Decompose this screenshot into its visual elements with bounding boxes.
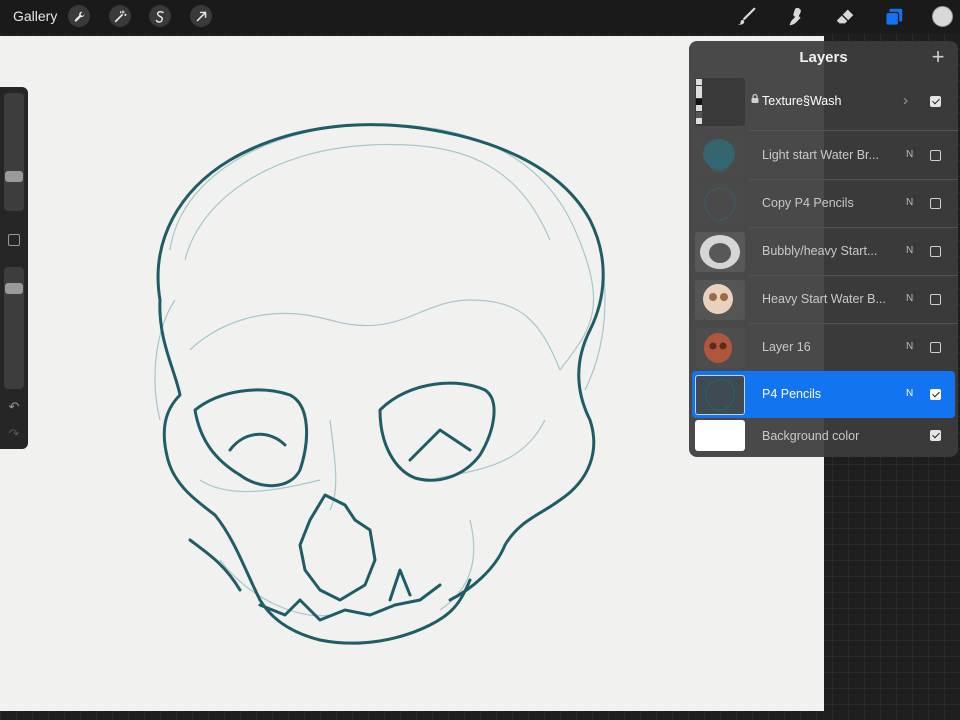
- layer-name: Background color: [762, 429, 860, 443]
- background-color-row[interactable]: Background color: [689, 417, 958, 455]
- divider: [749, 130, 958, 131]
- layer-thumbnail: [695, 184, 745, 224]
- undo-icon[interactable]: ↶: [7, 400, 21, 414]
- layer-visibility-checkbox[interactable]: [930, 342, 941, 353]
- chevron-right-icon[interactable]: ›: [903, 92, 908, 109]
- layers-panel: Layers + Texture§Wash › Light start Wate…: [689, 41, 958, 457]
- left-sidebar: ↶ ↷: [0, 87, 28, 449]
- blend-mode-button[interactable]: N: [906, 388, 913, 399]
- add-layer-button[interactable]: +: [928, 46, 948, 68]
- layer-row[interactable]: Bubbly/heavy Start... N: [689, 228, 958, 275]
- layer-thumbnail: [695, 375, 745, 415]
- group-visibility-checkbox[interactable]: [930, 96, 941, 107]
- layer-thumbnail: [695, 136, 745, 176]
- background-visibility-checkbox[interactable]: [930, 430, 941, 441]
- transform-arrow-icon[interactable]: [190, 5, 212, 27]
- layer-thumbnail: [695, 232, 745, 272]
- layer-visibility-checkbox[interactable]: [930, 246, 941, 257]
- selection-icon[interactable]: [149, 5, 171, 27]
- layer-row-selected[interactable]: P4 Pencils N: [692, 371, 955, 418]
- layer-name: Heavy Start Water B...: [762, 292, 886, 306]
- layer-thumbnail: [695, 328, 745, 368]
- opacity-slider[interactable]: [4, 267, 24, 389]
- layer-visibility-checkbox[interactable]: [930, 150, 941, 161]
- layer-name: Bubbly/heavy Start...: [762, 244, 878, 258]
- wrench-icon[interactable]: [68, 5, 90, 27]
- redo-icon[interactable]: ↷: [7, 427, 21, 441]
- layer-thumbnail: [695, 280, 745, 320]
- group-name: Texture§Wash: [762, 94, 842, 108]
- background-color-swatch[interactable]: [695, 420, 745, 451]
- blend-mode-button[interactable]: N: [906, 245, 913, 256]
- modify-button[interactable]: [8, 234, 20, 246]
- layer-group-row[interactable]: Texture§Wash ›: [689, 77, 958, 127]
- layer-name: Copy P4 Pencils: [762, 196, 854, 210]
- layer-visibility-checkbox[interactable]: [930, 294, 941, 305]
- blend-mode-button[interactable]: N: [906, 293, 913, 304]
- gallery-button[interactable]: Gallery: [13, 8, 57, 24]
- magic-wand-icon[interactable]: [109, 5, 131, 27]
- brush-size-slider[interactable]: [4, 93, 24, 211]
- layer-visibility-checkbox[interactable]: [930, 198, 941, 209]
- color-swatch[interactable]: [932, 6, 953, 27]
- layers-icon[interactable]: [882, 5, 906, 29]
- layer-row[interactable]: Heavy Start Water B... N: [689, 276, 958, 323]
- smudge-icon[interactable]: [784, 5, 808, 29]
- layer-name: P4 Pencils: [762, 387, 822, 401]
- blend-mode-button[interactable]: N: [906, 197, 913, 208]
- layer-row[interactable]: Copy P4 Pencils N: [689, 180, 958, 227]
- layer-visibility-checkbox[interactable]: [930, 389, 941, 400]
- layer-row[interactable]: Light start Water Br... N: [689, 132, 958, 179]
- blend-mode-button[interactable]: N: [906, 149, 913, 160]
- lock-icon: [751, 94, 759, 103]
- eraser-icon[interactable]: [833, 5, 857, 29]
- layer-row[interactable]: Layer 16 N: [689, 324, 958, 371]
- brush-size-thumb[interactable]: [5, 171, 23, 182]
- layer-name: Layer 16: [762, 340, 811, 354]
- opacity-thumb[interactable]: [5, 283, 23, 294]
- blend-mode-button[interactable]: N: [906, 341, 913, 352]
- layer-name: Light start Water Br...: [762, 148, 879, 162]
- layers-title: Layers: [799, 49, 848, 66]
- top-toolbar: Gallery: [0, 0, 960, 34]
- group-thumbnail: [695, 78, 745, 126]
- brush-icon[interactable]: [735, 5, 759, 29]
